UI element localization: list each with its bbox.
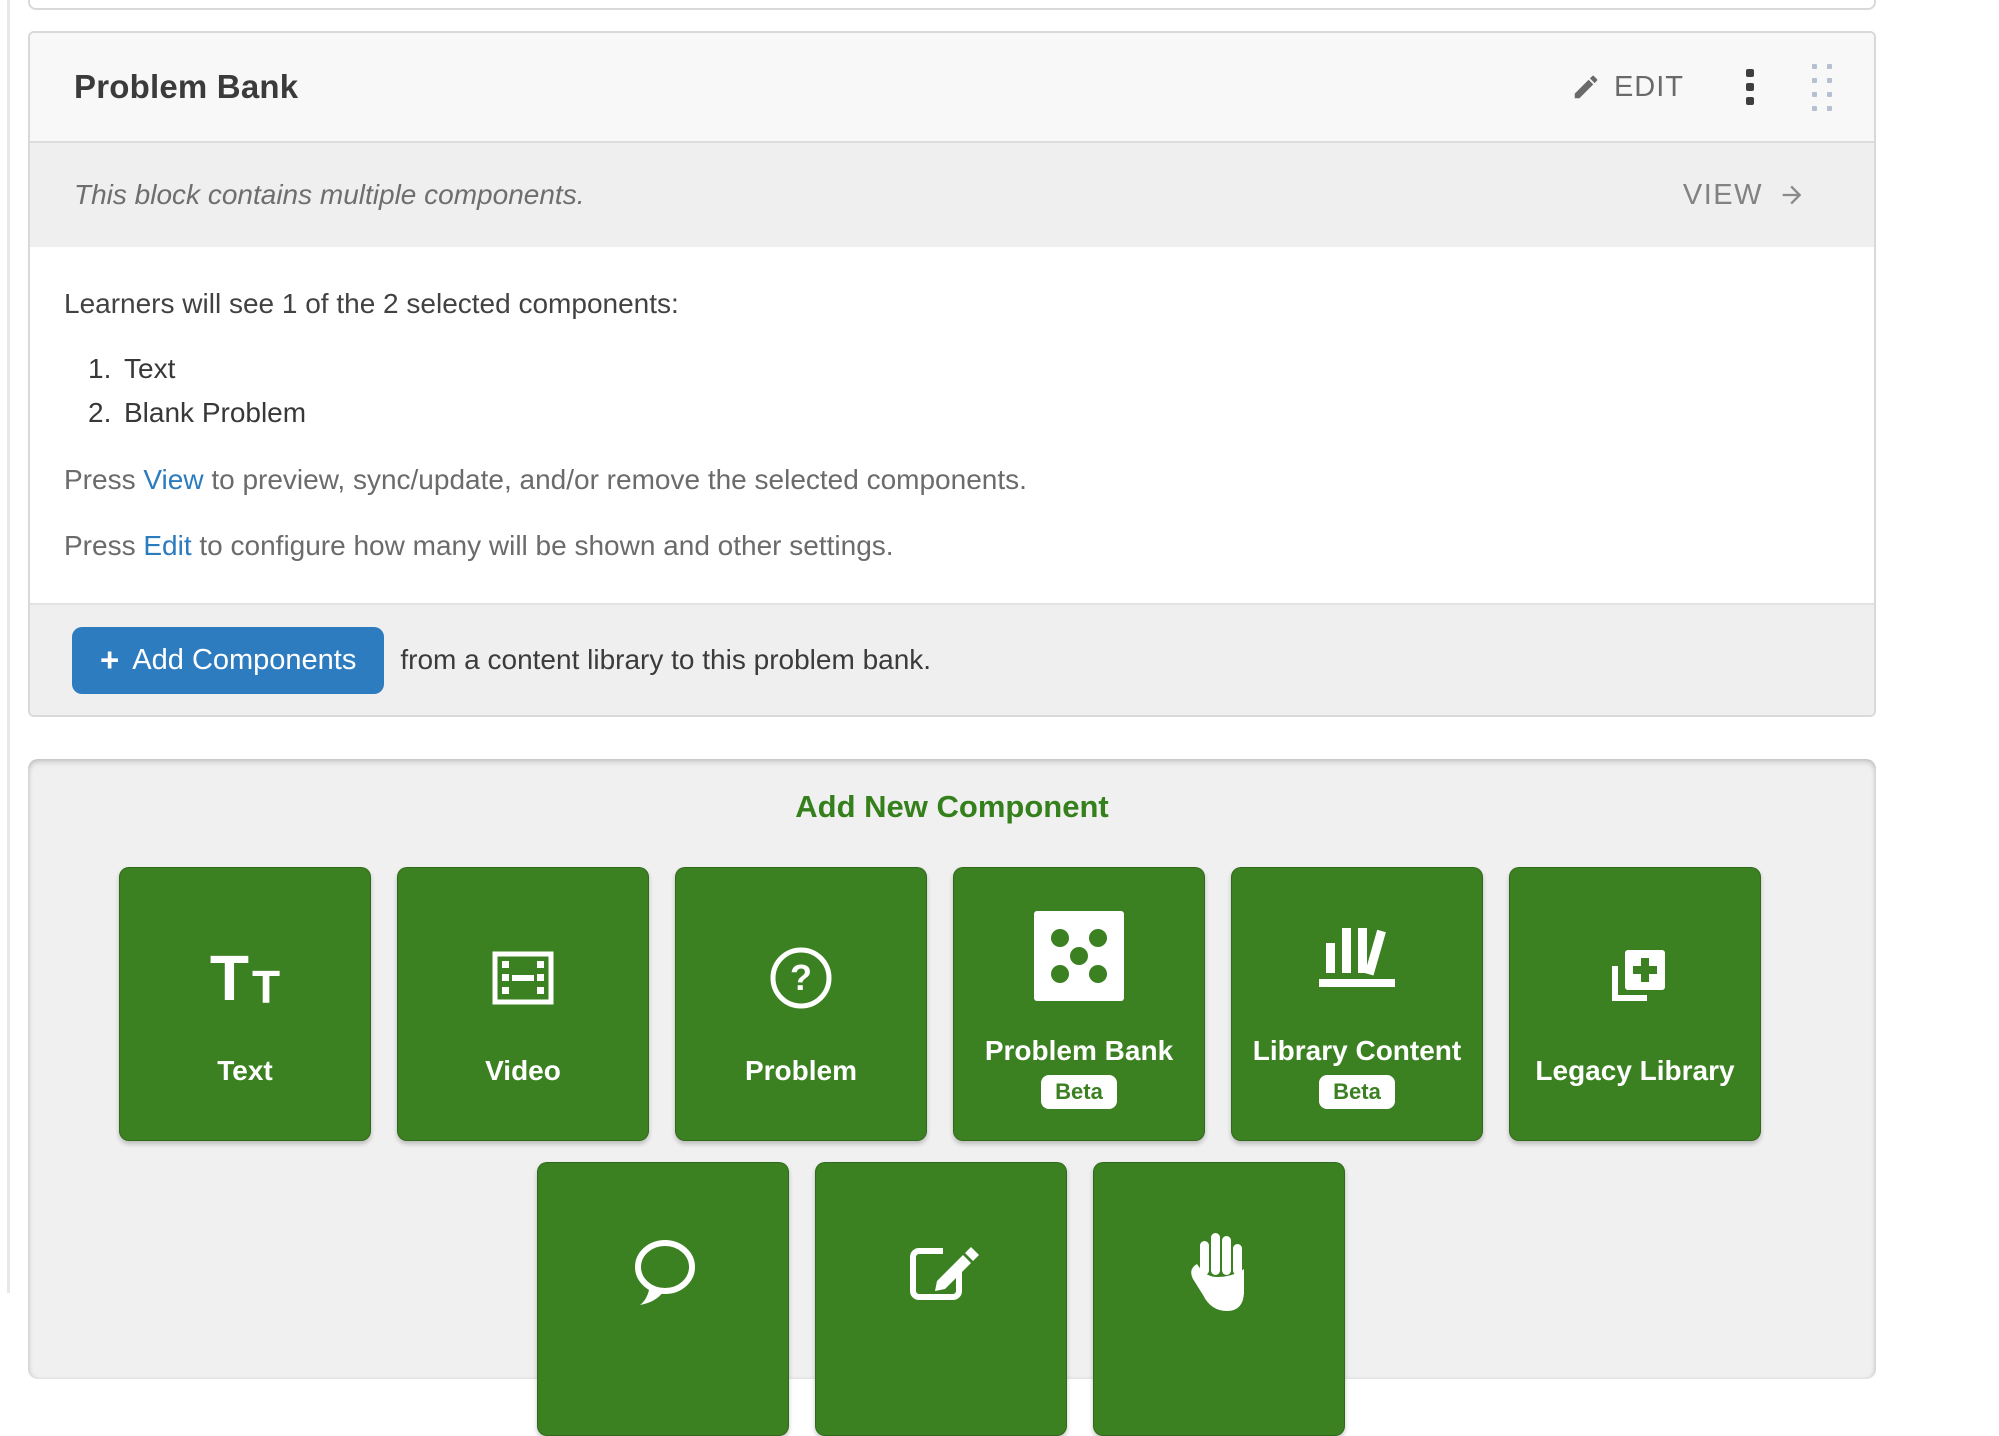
add-component-tile-library-content[interactable]: Library Content Beta — [1231, 867, 1483, 1141]
component-label: Text — [124, 353, 175, 384]
drag-handle-icon[interactable] — [1808, 60, 1836, 115]
press-view-prefix: Press — [64, 464, 143, 495]
component-tile-row-2 — [537, 1162, 1345, 1436]
edit-link[interactable]: Edit — [143, 530, 191, 561]
selection-summary: Learners will see 1 of the 2 selected co… — [64, 285, 1830, 323]
beta-badge: Beta — [1319, 1075, 1395, 1109]
svg-text:?: ? — [790, 957, 812, 998]
video-icon — [492, 923, 554, 1033]
problem-bank-icon — [1034, 901, 1124, 1011]
block-body: Learners will see 1 of the 2 selected co… — [30, 247, 1874, 565]
add-components-button[interactable]: + Add Components — [72, 627, 384, 694]
library-content-icon — [1310, 901, 1404, 1011]
block-footer: + Add Components from a content library … — [30, 603, 1874, 715]
component-label: Blank Problem — [124, 397, 306, 428]
press-view-suffix: to preview, sync/update, and/or remove t… — [204, 464, 1027, 495]
component-number: 1. — [88, 347, 112, 391]
block-header: Problem Bank EDIT — [30, 33, 1874, 141]
press-edit-prefix: Press — [64, 530, 143, 561]
block-title: Problem Bank — [74, 68, 298, 106]
add-component-tile-text[interactable]: TT Text — [119, 867, 371, 1141]
hand-icon — [1187, 1218, 1251, 1328]
tile-label: Library Content — [1253, 1033, 1461, 1069]
edit-button-label: EDIT — [1614, 71, 1684, 104]
view-link[interactable]: View — [143, 464, 203, 495]
add-component-tile-discussion-bubble[interactable] — [537, 1162, 789, 1436]
press-edit-hint: Press Edit to configure how many will be… — [64, 527, 1830, 565]
block-notice-bar: This block contains multiple components.… — [30, 141, 1874, 247]
add-component-tile-problem-bank[interactable]: Problem Bank Beta — [953, 867, 1205, 1141]
selected-component-item: 1. Text — [88, 347, 1830, 391]
component-tile-row-1: TTTextVideo?ProblemProblem BankBetaLibra… — [119, 867, 1761, 1141]
notice-text: This block contains multiple components. — [74, 179, 584, 211]
add-component-tile-problem[interactable]: ? Problem — [675, 867, 927, 1141]
view-button[interactable]: VIEW — [1683, 179, 1808, 212]
pencil-icon — [1571, 72, 1601, 102]
text-icon: TT — [210, 923, 280, 1033]
discussion-bubble-icon — [624, 1218, 702, 1328]
press-view-hint: Press View to preview, sync/update, and/… — [64, 461, 1830, 499]
component-number: 2. — [88, 391, 112, 435]
beta-badge: Beta — [1041, 1075, 1117, 1109]
problem-icon: ? — [768, 923, 834, 1033]
plus-icon: + — [100, 643, 119, 676]
add-new-component-title: Add New Component — [28, 789, 1876, 825]
page-left-rule — [7, 0, 10, 1293]
selected-component-item: 2. Blank Problem — [88, 391, 1830, 435]
previous-block-card-remnant — [28, 0, 1876, 10]
press-edit-suffix: to configure how many will be shown and … — [192, 530, 894, 561]
arrow-right-icon — [1776, 181, 1808, 209]
add-component-tile-open-response[interactable] — [815, 1162, 1067, 1436]
edit-button[interactable]: EDIT — [1571, 71, 1684, 104]
selected-components-list: 1. Text 2. Blank Problem — [64, 347, 1830, 435]
add-new-component-panel: Add New Component TT Text Video? Problem Pro… — [28, 759, 1876, 1379]
tile-label: Text — [217, 1053, 273, 1089]
add-component-tile-video[interactable]: Video — [397, 867, 649, 1141]
tile-label: Problem Bank — [985, 1033, 1173, 1069]
tile-label: Video — [485, 1053, 561, 1089]
add-component-tile-hand[interactable] — [1093, 1162, 1345, 1436]
open-response-icon — [903, 1218, 979, 1328]
tile-label: Problem — [745, 1053, 857, 1089]
tile-label: Legacy Library — [1535, 1053, 1734, 1089]
kebab-menu-icon[interactable] — [1742, 65, 1758, 109]
add-components-button-label: Add Components — [132, 644, 356, 677]
view-button-label: VIEW — [1683, 179, 1763, 212]
add-components-hint: from a content library to this problem b… — [400, 644, 931, 676]
add-component-tile-legacy-library[interactable]: Legacy Library — [1509, 867, 1761, 1141]
problem-bank-block-card: Problem Bank EDIT This block contains mu… — [28, 31, 1876, 717]
legacy-library-icon — [1601, 923, 1669, 1033]
